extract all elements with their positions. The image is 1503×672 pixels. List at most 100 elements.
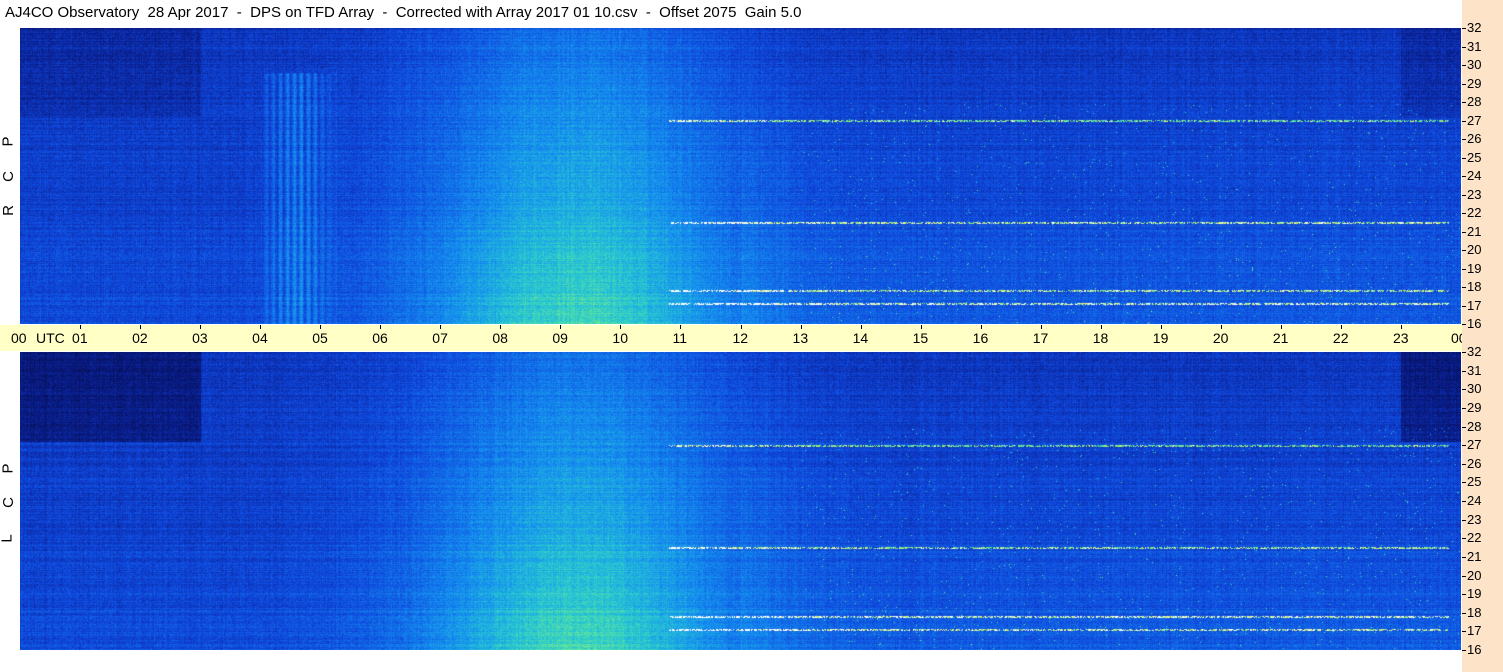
- freq-tick-24-rcp: 24: [1467, 168, 1482, 183]
- freq-tick-mark: [1462, 120, 1466, 122]
- time-tick-mark: [1280, 325, 1282, 329]
- freq-tick-17-lcp: 17: [1467, 623, 1482, 639]
- time-tick-mark: [200, 325, 202, 329]
- freq-tick-28-rcp: 28: [1467, 94, 1482, 109]
- time-tick-mark: [1220, 325, 1222, 329]
- time-tick-00: 00: [11, 330, 27, 346]
- freq-tick-mark: [1462, 305, 1466, 307]
- time-tick-mark: [380, 325, 382, 329]
- time-tick-mark: [80, 325, 82, 329]
- lcp-letter-l: L: [0, 534, 16, 543]
- freq-tick-22-lcp: 22: [1467, 530, 1482, 546]
- time-tick-mark: [1160, 325, 1162, 329]
- freq-tick-mark: [1462, 556, 1466, 558]
- time-tick-mark: [1400, 325, 1402, 329]
- freq-tick-mark: [1462, 519, 1466, 521]
- freq-tick-mark: [1462, 426, 1466, 428]
- freq-tick-mark: [1462, 575, 1466, 577]
- freq-tick-18-rcp: 18: [1467, 279, 1482, 294]
- time-tick-mark: [260, 325, 262, 329]
- freq-tick-29-lcp: 29: [1467, 399, 1482, 415]
- freq-tick-23-lcp: 23: [1467, 511, 1482, 527]
- freq-tick-mark: [1462, 594, 1466, 596]
- freq-tick-mark: [1462, 102, 1466, 103]
- freq-tick-26-rcp: 26: [1467, 131, 1482, 146]
- freq-tick-mark: [1462, 176, 1466, 177]
- freq-tick-mark: [1462, 157, 1466, 159]
- rcp-heatmap-canvas: [20, 28, 1461, 324]
- freq-tick-mark: [1462, 213, 1466, 214]
- freq-tick-mark: [1462, 28, 1466, 29]
- freq-tick-25-lcp: 25: [1467, 474, 1482, 490]
- time-tick-mark: [1040, 325, 1042, 329]
- freq-tick-17-rcp: 17: [1467, 297, 1482, 313]
- freq-tick-32-lcp: 32: [1467, 344, 1482, 359]
- freq-tick-mark: [1462, 650, 1466, 651]
- freq-tick-19-lcp: 19: [1467, 586, 1482, 602]
- time-tick-mark: [620, 325, 622, 329]
- freq-tick-mark: [1462, 370, 1466, 372]
- time-axis: 00 UTC 01 02 03 04 05 06 07 08 09 10 11 12 13 14 15 16 17 1…: [0, 325, 1499, 351]
- chart-title: AJ4CO Observatory 28 Apr 2017 - DPS on T…: [5, 4, 802, 21]
- time-tick-mark: [140, 325, 142, 329]
- rcp-letter-c: C: [0, 171, 17, 182]
- freq-tick-mark: [1462, 65, 1466, 66]
- time-tick-mark: [860, 325, 862, 329]
- freq-tick-mark: [1462, 389, 1466, 391]
- time-tick-mark: [920, 325, 922, 329]
- rcp-letter-p: P: [0, 136, 17, 147]
- freq-tick-32-rcp: 32: [1467, 20, 1482, 35]
- time-tick-mark: [440, 325, 442, 329]
- freq-tick-23-rcp: 23: [1467, 186, 1482, 202]
- freq-tick-25-rcp: 25: [1467, 149, 1482, 165]
- time-tick-mark: [320, 325, 322, 329]
- freq-tick-16-lcp: 16: [1467, 642, 1482, 657]
- freq-tick-16-rcp: 16: [1467, 316, 1482, 331]
- freq-tick-mark: [1462, 231, 1466, 233]
- time-tick-mark: [740, 325, 742, 329]
- freq-tick-mark: [1462, 46, 1466, 48]
- freq-tick-mark: [1462, 538, 1466, 540]
- freq-tick-mark: [1462, 324, 1466, 325]
- freq-tick-20-rcp: 20: [1467, 242, 1482, 257]
- time-tick-mark: [800, 325, 802, 329]
- freq-tick-mark: [1462, 463, 1466, 465]
- freq-tick-mark: [1462, 445, 1466, 447]
- freq-tick-30-lcp: 30: [1467, 381, 1482, 397]
- lcp-heatmap-canvas: [20, 352, 1461, 650]
- time-tick-mark: [980, 325, 982, 329]
- freq-tick-mark: [1462, 139, 1466, 140]
- time-tick-mark: [680, 325, 682, 329]
- freq-tick-mark: [1462, 250, 1466, 251]
- time-tick-mark: [560, 325, 562, 329]
- freq-tick-mark: [1462, 194, 1466, 196]
- freq-tick-mark: [1462, 482, 1466, 484]
- lcp-letter-c: C: [0, 497, 17, 508]
- freq-tick-27-rcp: 27: [1467, 112, 1482, 128]
- freq-tick-mark: [1462, 407, 1466, 409]
- freq-tick-21-rcp: 21: [1467, 223, 1482, 239]
- rcp-letter-r: R: [0, 205, 17, 216]
- freq-tick-18-lcp: 18: [1467, 604, 1482, 620]
- time-tick-mark: [1340, 325, 1342, 329]
- freq-tick-27-lcp: 27: [1467, 437, 1482, 453]
- freq-tick-24-lcp: 24: [1467, 493, 1482, 508]
- freq-tick-19-rcp: 19: [1467, 260, 1482, 276]
- freq-tick-29-rcp: 29: [1467, 75, 1482, 91]
- freq-tick-mark: [1462, 631, 1466, 633]
- freq-tick-20-lcp: 20: [1467, 567, 1482, 583]
- freq-tick-mark: [1462, 83, 1466, 85]
- freq-tick-31-rcp: 31: [1467, 38, 1482, 54]
- rcp-spectrogram: [20, 28, 1461, 324]
- freq-tick-30-rcp: 30: [1467, 57, 1482, 72]
- freq-tick-mark: [1462, 501, 1466, 502]
- freq-tick-mark: [1462, 612, 1466, 614]
- lcp-spectrogram: [20, 352, 1461, 650]
- freq-tick-31-lcp: 31: [1467, 362, 1482, 378]
- freq-tick-26-lcp: 26: [1467, 455, 1482, 471]
- freq-tick-mark: [1462, 287, 1466, 288]
- time-tick-mark: [1100, 325, 1102, 329]
- freq-tick-21-lcp: 21: [1467, 548, 1482, 564]
- time-unit-utc: UTC: [36, 330, 65, 346]
- freq-tick-22-rcp: 22: [1467, 205, 1482, 220]
